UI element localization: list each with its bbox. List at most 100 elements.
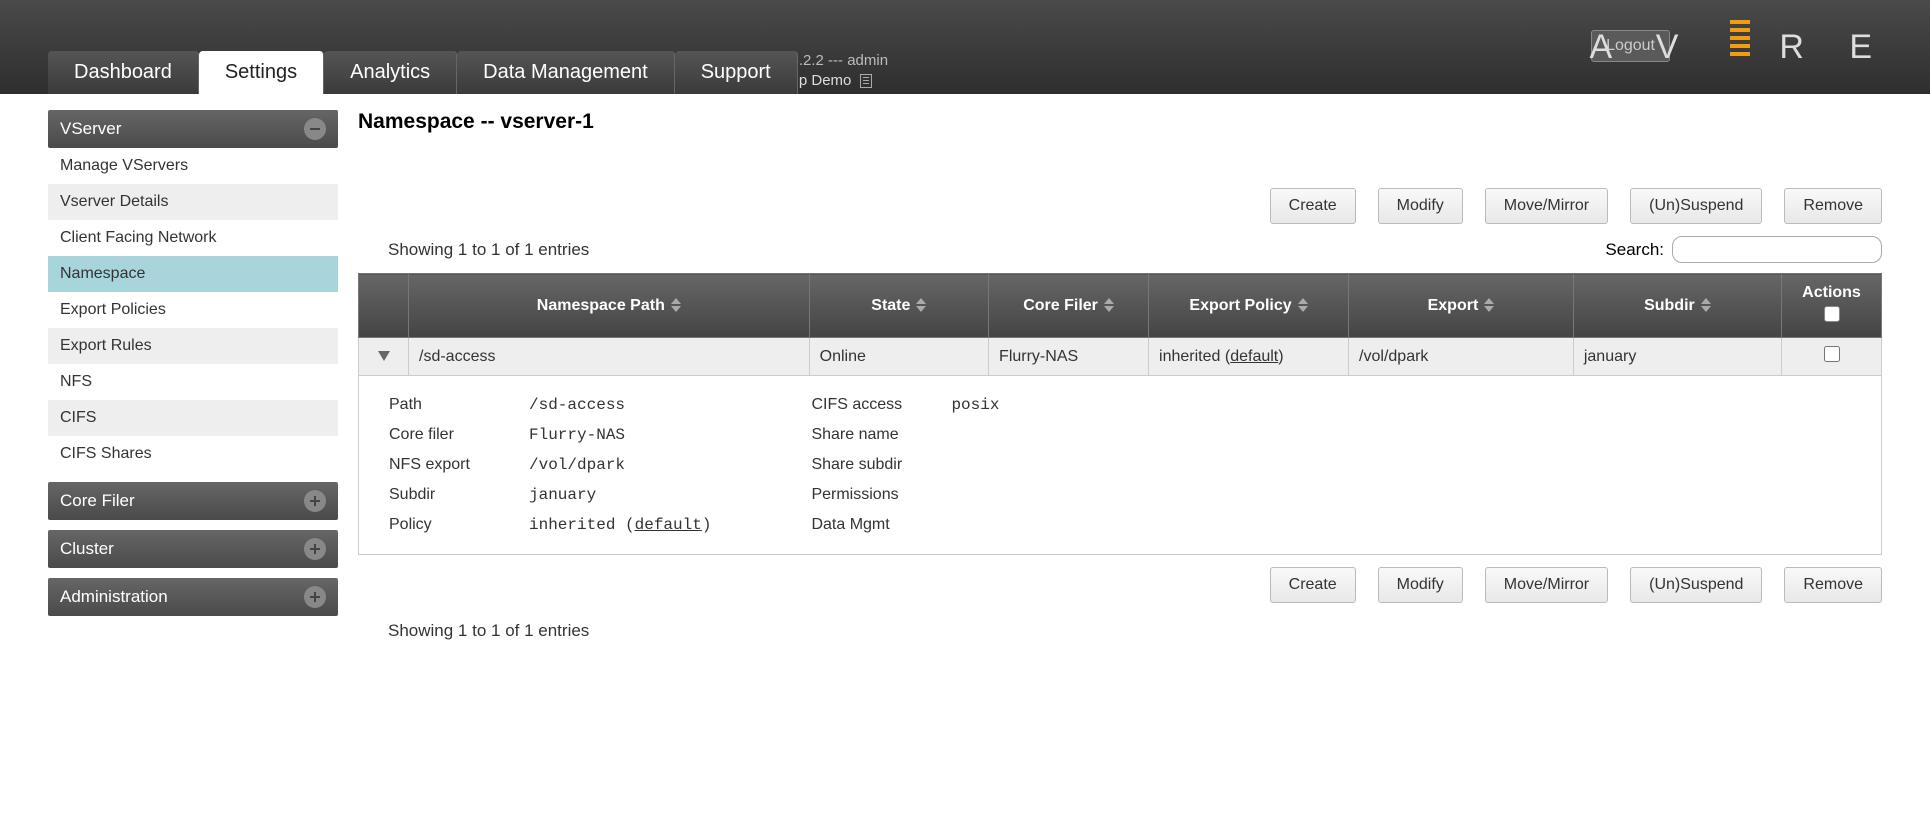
col-namespace-path[interactable]: Namespace Path	[409, 274, 810, 338]
expand-toggle-icon[interactable]	[378, 351, 390, 361]
sidebar-item-namespace[interactable]: Namespace	[48, 256, 338, 292]
table-header-row: Namespace Path State Core Filer Export P…	[359, 274, 1882, 338]
move-mirror-button[interactable]: Move/Mirror	[1485, 567, 1608, 603]
col-subdir[interactable]: Subdir	[1573, 274, 1781, 338]
remove-button[interactable]: Remove	[1784, 188, 1882, 224]
policy-link[interactable]: default	[635, 516, 702, 534]
sidebar-item-cifs-shares[interactable]: CIFS Shares	[48, 436, 338, 472]
detail-label: Share subdir	[811, 456, 951, 474]
unsuspend-button[interactable]: (Un)Suspend	[1630, 188, 1762, 224]
select-all-checkbox[interactable]	[1824, 306, 1840, 322]
showing-text-bottom: Showing 1 to 1 of 1 entries	[388, 621, 1882, 641]
detail-value: january	[529, 486, 596, 504]
detail-value: Flurry-NAS	[529, 426, 625, 444]
detail-row: Path/sd-access Core filerFlurry-NAS NFS …	[359, 376, 1882, 555]
cell-path: /sd-access	[409, 338, 810, 376]
modify-button[interactable]: Modify	[1378, 188, 1463, 224]
main-panel: Namespace -- vserver-1 Create Modify Mov…	[358, 110, 1882, 641]
sidebar-section-vserver-items: Manage VServers Vserver Details Client F…	[48, 148, 338, 472]
sidebar-item-nfs[interactable]: NFS	[48, 364, 338, 400]
create-button[interactable]: Create	[1270, 567, 1356, 603]
sidebar: VServer Manage VServers Vserver Details …	[48, 110, 338, 641]
plus-icon	[304, 490, 326, 512]
detail-label: Permissions	[811, 486, 951, 504]
sidebar-item-export-rules[interactable]: Export Rules	[48, 328, 338, 364]
table-controls-top: Showing 1 to 1 of 1 entries Search:	[358, 236, 1882, 263]
search-input[interactable]	[1672, 236, 1882, 263]
col-core-filer[interactable]: Core Filer	[989, 274, 1149, 338]
detail-label: Core filer	[389, 426, 529, 444]
cell-state: Online	[809, 338, 988, 376]
detail-label: CIFS access	[811, 396, 951, 414]
brand-logo: A V R E	[1590, 28, 1891, 67]
tab-dashboard[interactable]: Dashboard	[48, 51, 199, 94]
detail-value: posix	[951, 396, 999, 414]
detail-value: inherited (default)	[529, 516, 711, 534]
cell-subdir: january	[1573, 338, 1781, 376]
row-select-checkbox[interactable]	[1824, 346, 1840, 362]
detail-panel: Path/sd-access Core filerFlurry-NAS NFS …	[359, 376, 1881, 554]
sidebar-section-vserver[interactable]: VServer	[48, 110, 338, 148]
action-row-bottom: Create Modify Move/Mirror (Un)Suspend Re…	[358, 567, 1882, 603]
sidebar-section-administration[interactable]: Administration	[48, 578, 338, 616]
detail-label: NFS export	[389, 456, 529, 474]
topbar: Logout A V R E V4.8.2.2 --- admin Setup …	[0, 0, 1930, 94]
col-export[interactable]: Export	[1349, 274, 1574, 338]
tab-data-management[interactable]: Data Management	[457, 51, 675, 94]
sort-icon	[671, 298, 681, 312]
sidebar-section-label: Core Filer	[60, 491, 135, 511]
unsuspend-button[interactable]: (Un)Suspend	[1630, 567, 1762, 603]
cell-export-policy: inherited (default)	[1149, 338, 1349, 376]
sidebar-section-cluster[interactable]: Cluster	[48, 530, 338, 568]
col-expand	[359, 274, 409, 338]
sidebar-section-label: Cluster	[60, 539, 114, 559]
col-actions: Actions	[1782, 274, 1882, 338]
showing-text: Showing 1 to 1 of 1 entries	[388, 240, 589, 260]
sidebar-item-client-facing-network[interactable]: Client Facing Network	[48, 220, 338, 256]
sidebar-item-manage-vservers[interactable]: Manage VServers	[48, 148, 338, 184]
create-button[interactable]: Create	[1270, 188, 1356, 224]
detail-value: /sd-access	[529, 396, 625, 414]
main-tabs: Dashboard Settings Analytics Data Manage…	[48, 51, 798, 94]
search-wrap: Search:	[1605, 236, 1882, 263]
sidebar-section-core-filer[interactable]: Core Filer	[48, 482, 338, 520]
remove-button[interactable]: Remove	[1784, 567, 1882, 603]
cell-export: /vol/dpark	[1349, 338, 1574, 376]
detail-label: Policy	[389, 516, 529, 534]
sidebar-item-vserver-details[interactable]: Vserver Details	[48, 184, 338, 220]
tab-settings[interactable]: Settings	[199, 51, 324, 94]
cell-core-filer: Flurry-NAS	[989, 338, 1149, 376]
policy-link[interactable]: default	[1230, 348, 1278, 365]
col-state[interactable]: State	[809, 274, 988, 338]
col-export-policy[interactable]: Export Policy	[1149, 274, 1349, 338]
detail-label: Subdir	[389, 486, 529, 504]
sort-icon	[1104, 298, 1114, 312]
detail-label: Share name	[811, 426, 951, 444]
move-mirror-button[interactable]: Move/Mirror	[1485, 188, 1608, 224]
detail-label: Path	[389, 396, 529, 414]
detail-label: Data Mgmt	[811, 516, 951, 534]
plus-icon	[304, 586, 326, 608]
namespace-table: Namespace Path State Core Filer Export P…	[358, 273, 1882, 555]
plus-icon	[304, 538, 326, 560]
detail-col-left: Path/sd-access Core filerFlurry-NAS NFS …	[389, 390, 711, 540]
sidebar-section-label: Administration	[60, 587, 168, 607]
minus-icon	[304, 118, 326, 140]
table-row[interactable]: /sd-access Online Flurry-NAS inherited (…	[359, 338, 1882, 376]
sort-icon	[916, 298, 926, 312]
search-label: Search:	[1605, 240, 1664, 260]
content: VServer Manage VServers Vserver Details …	[0, 94, 1930, 657]
sort-icon	[1298, 298, 1308, 312]
tab-support[interactable]: Support	[675, 51, 798, 94]
sort-icon	[1701, 298, 1711, 312]
tab-analytics[interactable]: Analytics	[324, 51, 457, 94]
detail-value: /vol/dpark	[529, 456, 625, 474]
page-title: Namespace -- vserver-1	[358, 110, 1882, 134]
document-icon	[860, 74, 872, 88]
detail-col-right: CIFS accessposix Share name Share subdir…	[811, 390, 999, 540]
modify-button[interactable]: Modify	[1378, 567, 1463, 603]
sidebar-section-label: VServer	[60, 119, 121, 139]
sidebar-item-export-policies[interactable]: Export Policies	[48, 292, 338, 328]
action-row-top: Create Modify Move/Mirror (Un)Suspend Re…	[358, 188, 1882, 224]
sidebar-item-cifs[interactable]: CIFS	[48, 400, 338, 436]
